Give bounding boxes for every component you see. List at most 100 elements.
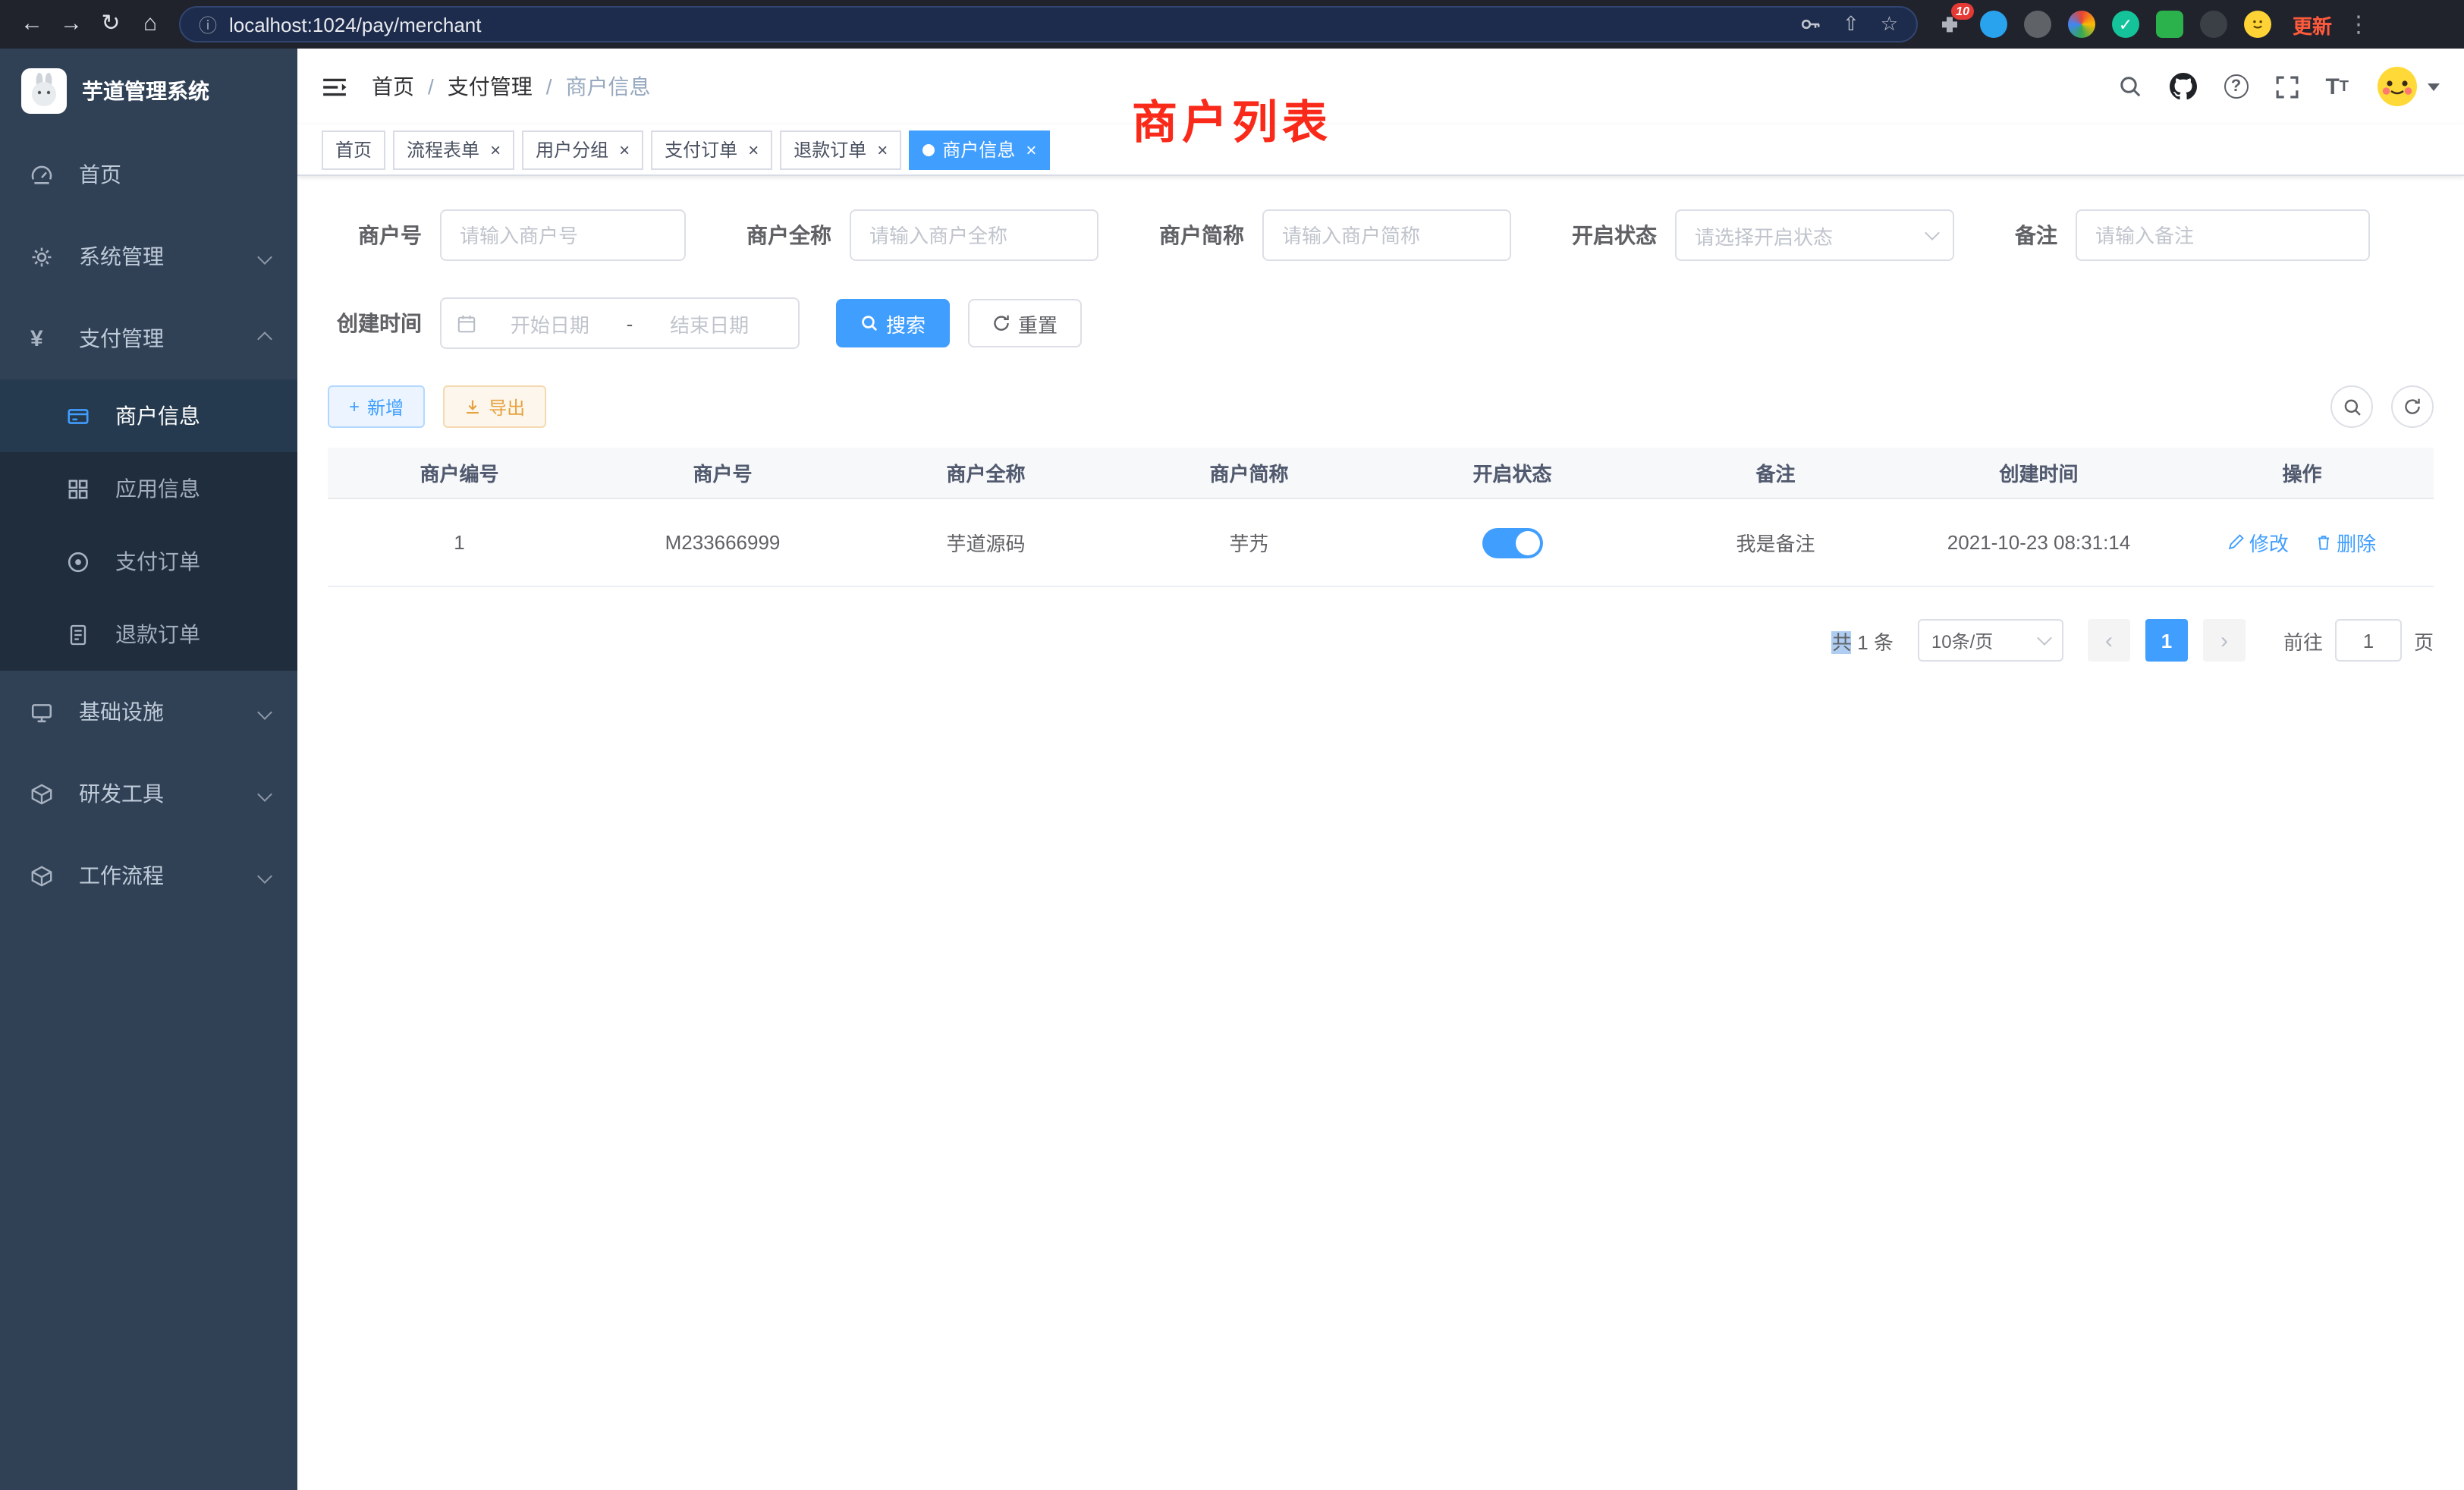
short-name-input[interactable] <box>1262 209 1511 261</box>
export-button[interactable]: 导出 <box>443 385 546 428</box>
create-time-range-picker[interactable]: 开始日期 - 结束日期 <box>440 297 800 349</box>
tab-refund-order[interactable]: 退款订单 × <box>780 130 901 169</box>
tab-user-group[interactable]: 用户分组 × <box>522 130 643 169</box>
help-icon[interactable]: ? <box>2224 74 2248 99</box>
tab-close-icon[interactable]: × <box>748 140 759 159</box>
browser-reload-icon[interactable]: ↻ <box>91 0 130 49</box>
tab-pay-order[interactable]: 支付订单 × <box>651 130 772 169</box>
extension-smiley-icon[interactable] <box>2244 11 2271 38</box>
yen-icon: ¥ <box>30 325 67 351</box>
sidebar-logo[interactable]: 芋道管理系统 <box>0 49 297 134</box>
sidebar-item-dev-tools[interactable]: 研发工具 <box>0 753 297 835</box>
active-tab-dot <box>922 143 935 156</box>
browser-home-icon[interactable]: ⌂ <box>130 0 170 49</box>
edit-link[interactable]: 修改 <box>2228 528 2289 557</box>
extension-dark-icon[interactable] <box>2200 11 2227 38</box>
github-icon[interactable] <box>2169 73 2196 100</box>
sidebar-item-merchant-info[interactable]: 商户信息 <box>0 379 297 452</box>
grid-icon <box>67 477 103 500</box>
refresh-icon <box>2403 398 2422 416</box>
extensions-puzzle-icon[interactable]: 10 <box>1936 11 1963 38</box>
chevron-down-icon <box>2037 630 2052 646</box>
user-avatar <box>2376 65 2418 108</box>
add-button[interactable]: + 新增 <box>328 385 425 428</box>
browser-chrome: ← → ↻ ⌂ ⓘ localhost:1024/pay/merchant ⇧ … <box>0 0 2464 49</box>
share-icon[interactable]: ⇧ <box>1843 12 1859 36</box>
refresh-table-button[interactable] <box>2391 385 2434 428</box>
sidebar-item-workflow[interactable]: 工作流程 <box>0 835 297 916</box>
column-header: 商户简称 <box>1117 458 1381 487</box>
page-size-select[interactable]: 10条/页 <box>1918 619 2063 662</box>
plus-icon: + <box>349 396 360 417</box>
search-icon[interactable] <box>2117 74 2142 99</box>
edit-link-label: 修改 <box>2249 528 2289 557</box>
coin-icon <box>67 550 103 573</box>
next-page-button[interactable]: › <box>2203 619 2246 662</box>
breadcrumb-payment[interactable]: 支付管理 <box>448 71 533 102</box>
reset-button[interactable]: 重置 <box>968 299 1082 347</box>
delete-link[interactable]: 删除 <box>2315 528 2376 557</box>
password-key-icon[interactable] <box>1800 14 1821 35</box>
tab-label: 退款订单 <box>794 137 866 162</box>
fullscreen-icon[interactable] <box>2275 75 2298 98</box>
bookmark-star-icon[interactable]: ☆ <box>1881 12 1898 36</box>
cell-merchant-no: M233666999 <box>591 531 854 554</box>
tab-home[interactable]: 首页 <box>322 130 385 169</box>
page-number-button[interactable]: 1 <box>2145 619 2188 662</box>
breadcrumb-separator: / <box>546 74 552 99</box>
full-name-input[interactable] <box>850 209 1098 261</box>
tab-close-icon[interactable]: × <box>619 140 630 159</box>
column-header: 商户号 <box>591 458 854 487</box>
delete-link-label: 删除 <box>2337 528 2376 557</box>
tab-close-icon[interactable]: × <box>490 140 501 159</box>
extension-multicolor-icon[interactable] <box>2068 11 2095 38</box>
browser-update-button[interactable]: 更新 <box>2293 10 2332 39</box>
status-select[interactable]: 请选择开启状态 <box>1675 209 1954 261</box>
tab-close-icon[interactable]: × <box>1026 140 1036 159</box>
tab-process-form[interactable]: 流程表单 × <box>393 130 514 169</box>
chevron-up-icon <box>257 331 272 346</box>
sidebar-item-payment[interactable]: ¥ 支付管理 <box>0 297 297 379</box>
breadcrumb-home[interactable]: 首页 <box>372 71 414 102</box>
top-navbar: 首页 / 支付管理 / 商户信息 ? <box>297 49 2464 124</box>
extension-blue-icon[interactable] <box>1980 11 2007 38</box>
hamburger-icon[interactable] <box>322 75 347 98</box>
sidebar-item-pay-order[interactable]: 支付订单 <box>0 525 297 598</box>
tab-merchant-info[interactable]: 商户信息 × <box>909 130 1050 169</box>
column-header: 商户全称 <box>854 458 1117 487</box>
sidebar-item-system[interactable]: 系统管理 <box>0 215 297 297</box>
tab-close-icon[interactable]: × <box>877 140 888 159</box>
browser-forward-icon[interactable]: → <box>52 0 91 49</box>
sidebar-item-infrastructure[interactable]: 基础设施 <box>0 671 297 753</box>
url-text[interactable]: localhost:1024/pay/merchant <box>229 13 1785 36</box>
pagination-total: 共 1 条 <box>1832 626 1894 655</box>
status-toggle[interactable] <box>1482 527 1543 558</box>
sidebar-item-label: 商户信息 <box>115 401 200 431</box>
column-header: 备注 <box>1644 458 1907 487</box>
extension-green-check-icon[interactable]: ✓ <box>2112 11 2139 38</box>
merchant-no-input[interactable] <box>440 209 686 261</box>
sidebar-item-home[interactable]: 首页 <box>0 134 297 215</box>
extension-gray-icon[interactable] <box>2024 11 2051 38</box>
address-bar[interactable]: ⓘ localhost:1024/pay/merchant ⇧ ☆ <box>179 6 1918 42</box>
toggle-search-button[interactable] <box>2330 385 2373 428</box>
breadcrumb-current: 商户信息 <box>566 71 651 102</box>
total-prefix: 共 <box>1832 630 1852 653</box>
font-size-icon[interactable]: TT <box>2325 74 2349 99</box>
goto-page-input[interactable] <box>2335 619 2402 662</box>
add-button-label: 新增 <box>367 394 404 420</box>
remark-input[interactable] <box>2076 209 2370 261</box>
user-menu[interactable] <box>2376 65 2440 108</box>
cell-short-name: 芋艿 <box>1117 528 1381 557</box>
search-button[interactable]: 搜索 <box>836 299 950 347</box>
browser-back-icon[interactable]: ← <box>12 0 52 49</box>
sidebar-item-app-info[interactable]: 应用信息 <box>0 452 297 525</box>
cube-icon <box>30 864 67 887</box>
pagination: 共 1 条 10条/页 ‹ 1 › 前往 页 <box>328 619 2434 662</box>
sidebar-item-refund-order[interactable]: 退款订单 <box>0 598 297 671</box>
table-toolbar: + 新增 导出 <box>328 385 2434 428</box>
browser-menu-icon[interactable]: ⋮ <box>2347 11 2370 38</box>
extension-green-square-icon[interactable] <box>2156 11 2183 38</box>
site-info-icon[interactable]: ⓘ <box>199 11 217 37</box>
prev-page-button[interactable]: ‹ <box>2088 619 2130 662</box>
